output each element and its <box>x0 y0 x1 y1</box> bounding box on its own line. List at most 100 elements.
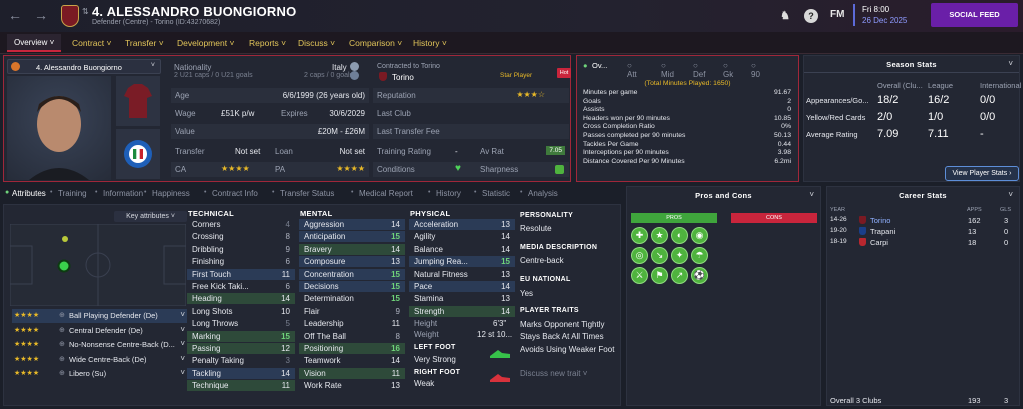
role-row[interactable]: ★★★★ ⊕ Central Defender (De) ˅ <box>12 324 187 338</box>
role-row[interactable]: ★★★★ ⊕ Libero (Su) ˅ <box>12 367 187 381</box>
attribute-row[interactable]: Technique 11 <box>187 380 295 392</box>
subtab-transfer-status[interactable]: Transfer Status <box>280 189 334 198</box>
attribute-row[interactable]: Composure 13 <box>299 256 405 268</box>
info-icon[interactable]: ⊕ <box>59 311 65 319</box>
pro-trait-icon[interactable]: ⚔ <box>631 267 648 284</box>
tab-transfer[interactable]: Transfer ˅ <box>125 38 164 48</box>
role-row[interactable]: ★★★★ ⊕ Ball Playing Defender (De) ˅ <box>12 309 187 323</box>
tab-att[interactable]: ○ Att <box>627 61 637 79</box>
help-icon[interactable]: ? <box>804 9 818 23</box>
social-feed-button[interactable]: SOCIAL FEED <box>931 3 1018 27</box>
attribute-row[interactable]: Concentration 15 <box>299 268 405 280</box>
club-badge-icon[interactable] <box>61 5 79 27</box>
attribute-row[interactable]: Teamwork 14 <box>299 355 405 366</box>
attribute-row[interactable]: Decisions 15 <box>299 281 405 292</box>
discuss-trait-link[interactable]: Discuss new trait ˅ <box>520 369 587 378</box>
tab-mid[interactable]: ○ Mid <box>661 61 674 79</box>
career-club[interactable]: Trapani <box>870 227 895 236</box>
tab-contract[interactable]: Contract ˅ <box>72 38 111 48</box>
attribute-row[interactable]: Penalty Taking 3 <box>187 355 295 366</box>
attribute-row[interactable]: Anticipation 15 <box>299 231 405 243</box>
view-player-stats-button[interactable]: View Player Stats › <box>945 166 1019 181</box>
pro-trait-icon[interactable]: ◎ <box>631 247 648 264</box>
pro-trait-icon[interactable]: ⚽ <box>691 267 708 284</box>
info-icon[interactable]: ⊕ <box>59 340 65 348</box>
attribute-row[interactable]: Determination 15 <box>299 293 405 304</box>
subtab-training[interactable]: Training <box>58 189 87 198</box>
attribute-row[interactable]: Work Rate 13 <box>299 380 405 391</box>
subtab-contract-info[interactable]: Contract Info <box>212 189 258 198</box>
pros-cons-chevron-icon[interactable]: ˅ <box>809 190 814 199</box>
info-icon[interactable]: ⊕ <box>59 355 65 363</box>
tab-reports[interactable]: Reports ˅ <box>249 38 286 48</box>
pro-trait-icon[interactable]: ✚ <box>631 227 648 244</box>
attribute-row[interactable]: Dribbling 9 <box>187 244 295 255</box>
attribute-row[interactable]: Bravery 14 <box>299 243 405 255</box>
subtab-history[interactable]: History <box>436 189 461 198</box>
tab-comparison[interactable]: Comparison ˅ <box>349 38 402 48</box>
career-club[interactable]: Carpi <box>870 238 888 247</box>
player-switch-icon[interactable]: ⇅ <box>82 7 89 16</box>
attribute-row[interactable]: Leadership 11 <box>299 318 405 329</box>
attribute-row[interactable]: Vision 11 <box>299 367 405 379</box>
pro-trait-icon[interactable]: ◉ <box>691 227 708 244</box>
attribute-row[interactable]: Off The Ball 8 <box>299 331 405 342</box>
player-selector[interactable]: 4. Alessandro Buongiorno ˅ <box>7 59 161 74</box>
attribute-row[interactable]: Balance 14 <box>409 244 515 255</box>
attribute-row[interactable]: Corners 4 <box>187 219 295 230</box>
attribute-row[interactable]: Tackling 14 <box>187 367 295 379</box>
attribute-row[interactable]: Aggression 14 <box>299 219 405 230</box>
attribute-row[interactable]: Acceleration 13 <box>409 219 515 230</box>
attribute-row[interactable]: First Touch 11 <box>187 268 295 280</box>
tab-overview[interactable]: Overview ˅ <box>7 34 62 52</box>
forward-icon[interactable]: → <box>34 7 48 23</box>
tab-discuss[interactable]: Discuss ˅ <box>298 38 335 48</box>
attribute-row[interactable]: Marking 15 <box>187 330 295 342</box>
attribute-row[interactable]: Passing 12 <box>187 343 295 354</box>
club-value[interactable]: Torino <box>392 73 414 82</box>
pro-trait-icon[interactable]: ✦ <box>671 247 688 264</box>
career-club[interactable]: Torino <box>870 216 890 225</box>
attribute-row[interactable]: Long Throws 5 <box>187 318 295 329</box>
subtab-attributes[interactable]: Attributes <box>12 189 46 198</box>
tab-ov[interactable]: Ov... <box>592 61 607 70</box>
tab-90[interactable]: ○ 90 <box>751 61 760 79</box>
attribute-row[interactable]: Positioning 16 <box>299 343 405 354</box>
pro-trait-icon[interactable]: ⚑ <box>651 267 668 284</box>
fm-logo[interactable]: FM <box>830 9 844 20</box>
tab-gk[interactable]: ○ Gk <box>723 61 733 79</box>
attribute-row[interactable]: Jumping Rea... 15 <box>409 256 515 268</box>
attribute-row[interactable]: Crossing 8 <box>187 231 295 242</box>
season-chevron-icon[interactable]: ˅ <box>1008 59 1013 68</box>
attribute-row[interactable]: Natural Fitness 13 <box>409 269 515 280</box>
tab-development[interactable]: Development ˅ <box>177 38 234 48</box>
key-attributes-dropdown[interactable]: Key attributes ˅ <box>114 211 187 222</box>
attribute-row[interactable]: Pace 14 <box>409 281 515 292</box>
role-row[interactable]: ★★★★ ⊕ Wide Centre-Back (De) ˅ <box>12 353 187 367</box>
attribute-row[interactable]: Finishing 6 <box>187 256 295 267</box>
attribute-row[interactable]: Strength 14 <box>409 305 515 317</box>
attribute-row[interactable]: Flair 9 <box>299 306 405 317</box>
pro-trait-icon[interactable]: ★ <box>651 227 668 244</box>
subtab-medical-report[interactable]: Medical Report <box>359 189 413 198</box>
attribute-row[interactable]: Long Shots 10 <box>187 306 295 317</box>
tab-def[interactable]: ○ Def <box>693 61 705 79</box>
subtab-analysis[interactable]: Analysis <box>528 189 558 198</box>
role-row[interactable]: ★★★★ ⊕ No-Nonsense Centre-Back (D... ˅ <box>12 338 187 352</box>
attribute-row[interactable]: Heading 14 <box>187 293 295 305</box>
career-chevron-icon[interactable]: ˅ <box>1008 190 1013 199</box>
pro-trait-icon[interactable]: ↘ <box>651 247 668 264</box>
attribute-row[interactable]: Agility 14 <box>409 231 515 242</box>
info-icon[interactable]: ⊕ <box>59 326 65 334</box>
pro-trait-icon[interactable]: ☂ <box>691 247 708 264</box>
subtab-information[interactable]: Information <box>103 189 143 198</box>
back-icon[interactable]: ← <box>8 7 22 23</box>
info-icon[interactable]: ⊕ <box>59 369 65 377</box>
subtab-statistic[interactable]: Statistic <box>482 189 510 198</box>
subtab-happiness[interactable]: Happiness <box>152 189 190 198</box>
tab-history[interactable]: History ˅ <box>413 38 447 48</box>
pro-trait-icon[interactable]: ◐ <box>671 227 688 244</box>
attribute-row[interactable]: Stamina 13 <box>409 293 515 304</box>
attribute-row[interactable]: Free Kick Taki... 6 <box>187 281 295 292</box>
shortlist-icon[interactable]: ♞ <box>778 9 792 23</box>
